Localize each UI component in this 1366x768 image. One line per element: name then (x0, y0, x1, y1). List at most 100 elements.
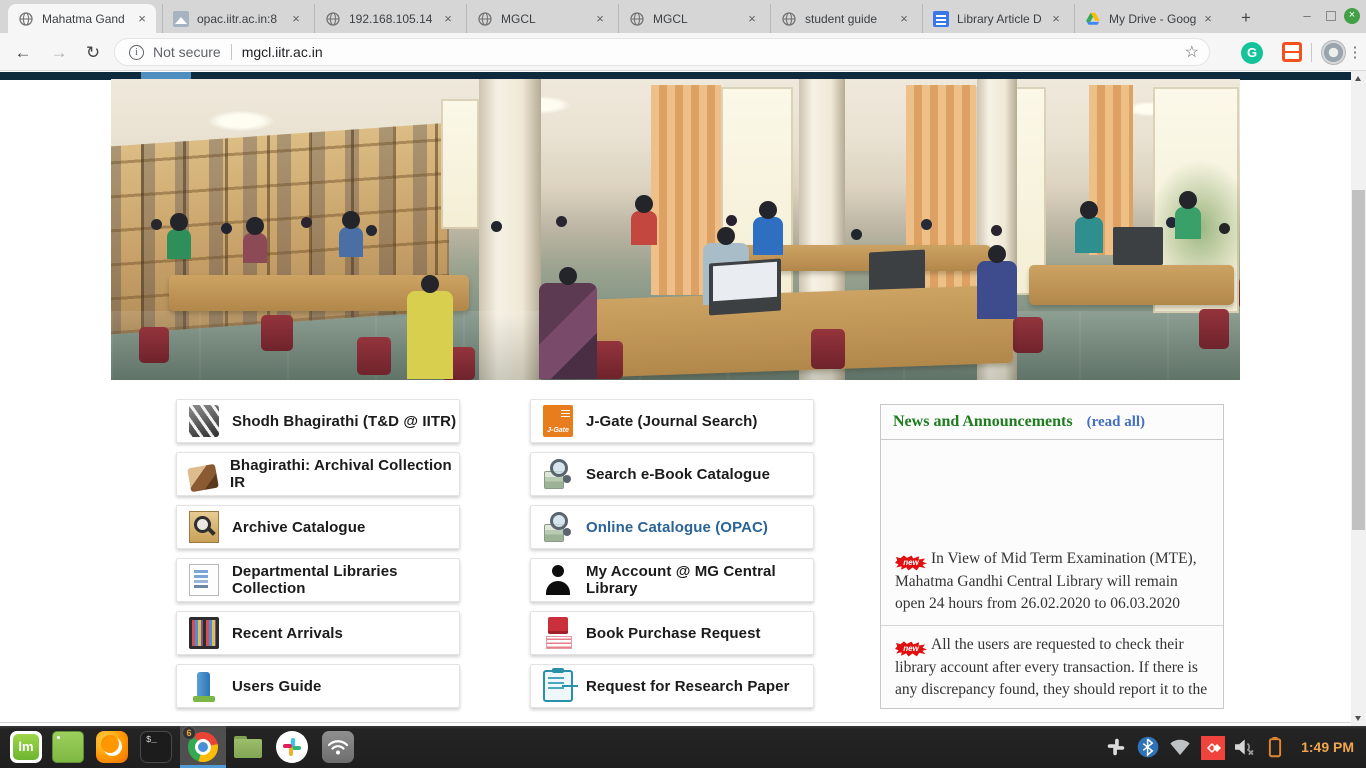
tab-close-icon[interactable]: × (1200, 11, 1216, 27)
url-text[interactable]: mgcl.iitr.ac.in (242, 44, 1185, 60)
link-label: Book Purchase Request (586, 625, 761, 642)
tab-close-icon[interactable]: × (744, 11, 760, 27)
link-label: J-Gate (Journal Search) (586, 413, 758, 430)
news-item: newAll the users are requested to check … (881, 626, 1223, 708)
window-close-button[interactable]: × (1344, 8, 1360, 24)
volume-muted-icon[interactable] (1233, 736, 1255, 758)
maximize-button[interactable] (1324, 8, 1338, 22)
minimize-button[interactable]: – (1299, 8, 1315, 23)
taskbar: lm $_ 6 (0, 726, 1366, 768)
tab-title: Library Article D (957, 12, 1048, 26)
news-title: News and Announcements (893, 413, 1073, 431)
red-book-icon (543, 617, 573, 649)
tab-close-icon[interactable]: × (288, 11, 304, 27)
link-label: Request for Research Paper (586, 678, 790, 695)
bluetooth-icon[interactable] (1137, 736, 1159, 758)
anydesk-icon[interactable] (1201, 736, 1223, 758)
browser-toolbar: ← → ↻ i Not secure mgcl.iitr.ac.in ☆ G ⋮ (0, 33, 1366, 71)
divider (231, 44, 232, 60)
link-label: Archive Catalogue (232, 519, 365, 536)
battery-icon[interactable] (1265, 736, 1287, 758)
tab-close-icon[interactable]: × (440, 11, 456, 27)
tab-title: student guide (805, 12, 896, 26)
globe-favicon (629, 11, 645, 27)
terminal-icon[interactable]: $_ (140, 731, 172, 763)
link-label: Bhagirathi: Archival Collection IR (230, 457, 459, 491)
tab-library-article[interactable]: Library Article D × (922, 4, 1070, 33)
slack-tray-icon[interactable] (1105, 736, 1127, 758)
slack-icon[interactable] (276, 731, 308, 763)
new-tab-button[interactable]: + (1232, 5, 1260, 31)
divider (0, 722, 1351, 723)
web-page: Shodh Bhagirathi (T&D @ IITR) Bhagirathi… (0, 71, 1351, 726)
news-header: News and Announcements (read all) (881, 405, 1223, 440)
globe-favicon (325, 11, 341, 27)
tab-opac[interactable]: opac.iitr.ac.in:8 × (162, 4, 310, 33)
link-bhagirathi-archival[interactable]: Bhagirathi: Archival Collection IR (176, 452, 460, 496)
scrollbar-thumb[interactable] (1352, 190, 1365, 530)
mint-menu-button[interactable]: lm (10, 731, 42, 763)
tab-my-drive[interactable]: My Drive - Goog × (1074, 4, 1222, 33)
tab-mgcl-2[interactable]: MGCL × (618, 4, 766, 33)
file-manager-icon[interactable] (232, 731, 264, 763)
tab-mgcl-1[interactable]: MGCL × (466, 4, 614, 33)
tab-mahatma-gandhi[interactable]: Mahatma Gand × (8, 4, 156, 33)
tab-close-icon[interactable]: × (592, 11, 608, 27)
link-book-purchase[interactable]: Book Purchase Request (530, 611, 814, 655)
chrome-taskbar-button[interactable]: 6 (180, 726, 226, 768)
wifi-tray-icon[interactable] (1169, 736, 1191, 758)
firefox-icon[interactable] (96, 731, 128, 763)
link-label: Shodh Bhagirathi (T&D @ IITR) (232, 413, 456, 430)
back-button[interactable]: ← (10, 40, 36, 66)
show-desktop-button[interactable] (52, 731, 84, 763)
system-tray: 1:49 PM (1105, 726, 1360, 768)
link-shodh-bhagirathi[interactable]: Shodh Bhagirathi (T&D @ IITR) (176, 399, 460, 443)
tab-title: 192.168.105.14 (349, 12, 440, 26)
scroll-up-arrow[interactable] (1351, 71, 1366, 86)
link-ebook-catalogue[interactable]: Search e-Book Catalogue (530, 452, 814, 496)
tab-title: My Drive - Goog (1109, 12, 1200, 26)
link-jgate[interactable]: J-Gate J-Gate (Journal Search) (530, 399, 814, 443)
grammarly-extension-icon[interactable]: G (1241, 42, 1263, 64)
link-my-account[interactable]: My Account @ MG Central Library (530, 558, 814, 602)
person-icon (543, 564, 573, 596)
extension-icon[interactable] (1282, 42, 1302, 62)
new-badge: new (895, 641, 927, 657)
page-scrollbar[interactable] (1351, 71, 1366, 726)
address-bar[interactable]: i Not secure mgcl.iitr.ac.in ☆ (114, 38, 1210, 66)
profile-avatar[interactable] (1321, 40, 1346, 65)
archive-box-icon (187, 464, 219, 492)
scroll-down-arrow[interactable] (1351, 711, 1366, 726)
tab-title: opac.iitr.ac.in:8 (197, 12, 288, 26)
library-photo (111, 79, 1240, 380)
tab-title: Mahatma Gand (42, 12, 134, 26)
taskbar-clock[interactable]: 1:49 PM (1301, 739, 1354, 755)
tab-close-icon[interactable]: × (896, 11, 912, 27)
news-text: In View of Mid Term Examination (MTE), M… (895, 550, 1197, 612)
reload-button[interactable]: ↻ (80, 40, 106, 66)
link-research-paper[interactable]: Request for Research Paper (530, 664, 814, 708)
bookmark-star-icon[interactable]: ☆ (1185, 42, 1199, 62)
network-settings-icon[interactable] (322, 731, 354, 763)
tab-student-guide[interactable]: student guide × (770, 4, 918, 33)
link-departmental-libraries[interactable]: Departmental Libraries Collection (176, 558, 460, 602)
jgate-icon: J-Gate (543, 405, 573, 437)
tab-ip-address[interactable]: 192.168.105.14 × (314, 4, 462, 33)
globe-favicon (18, 11, 34, 27)
link-users-guide[interactable]: Users Guide (176, 664, 460, 708)
news-text: All the users are requested to check the… (895, 636, 1207, 698)
tab-close-icon[interactable]: × (1048, 11, 1064, 27)
image-favicon (173, 11, 189, 27)
forward-button[interactable]: → (46, 40, 72, 66)
docs-favicon (933, 11, 949, 27)
tab-strip: Mahatma Gand × opac.iitr.ac.in:8 × 192.1… (0, 0, 1366, 33)
browser-menu-icon[interactable]: ⋮ (1347, 41, 1363, 65)
link-recent-arrivals[interactable]: Recent Arrivals (176, 611, 460, 655)
link-label: Search e-Book Catalogue (586, 466, 770, 483)
tab-close-icon[interactable]: × (134, 11, 150, 27)
read-all-link[interactable]: (read all) (1087, 414, 1145, 431)
link-opac[interactable]: Online Catalogue (OPAC) (530, 505, 814, 549)
security-label: Not secure (153, 44, 221, 60)
info-icon[interactable]: i (129, 45, 144, 60)
link-archive-catalogue[interactable]: Archive Catalogue (176, 505, 460, 549)
